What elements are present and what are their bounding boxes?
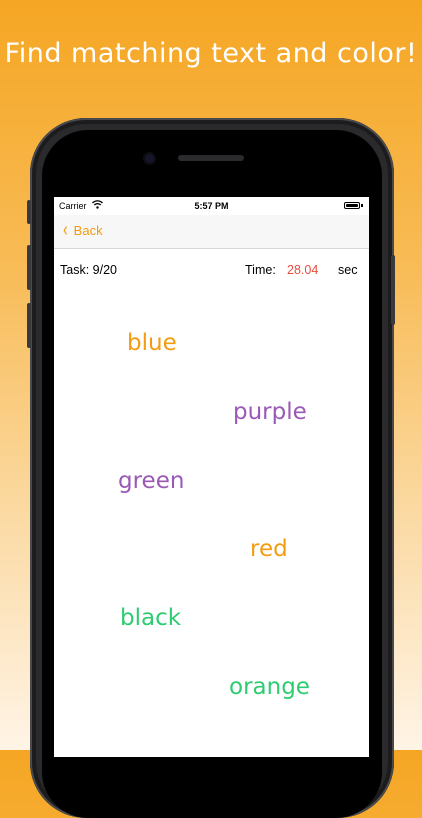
time-unit: sec (338, 263, 358, 277)
earpiece-speaker (178, 155, 244, 161)
word-option[interactable]: red (250, 536, 288, 562)
chevron-left-icon: ‹ (63, 219, 68, 241)
status-bar: Carrier 5:57 PM (54, 197, 369, 215)
back-label: Back (73, 222, 103, 238)
app-screen: Carrier 5:57 PM ‹ Back Task: 9/20 Time: … (54, 197, 369, 757)
power-button (391, 255, 395, 325)
word-option[interactable]: blue (127, 330, 177, 356)
game-info-row: Task: 9/20 Time: 28.04 sec (54, 263, 369, 279)
time-label: Time: (245, 263, 276, 277)
volume-up-button (27, 245, 31, 290)
battery-nub (361, 204, 363, 207)
word-option[interactable]: purple (233, 399, 307, 425)
navigation-bar: ‹ Back (54, 215, 369, 249)
volume-down-button (27, 303, 31, 348)
word-option[interactable]: orange (229, 674, 310, 700)
word-option[interactable]: green (118, 468, 184, 494)
front-camera (145, 154, 154, 163)
task-counter: Task: 9/20 (60, 263, 117, 277)
status-time: 5:57 PM (194, 201, 229, 211)
time-value: 28.04 (287, 263, 319, 277)
mute-switch (27, 200, 31, 224)
back-button[interactable]: ‹ Back (62, 219, 103, 241)
headline: Find matching text and color! (4, 38, 418, 69)
battery-icon (344, 202, 360, 209)
word-option[interactable]: black (120, 605, 181, 631)
